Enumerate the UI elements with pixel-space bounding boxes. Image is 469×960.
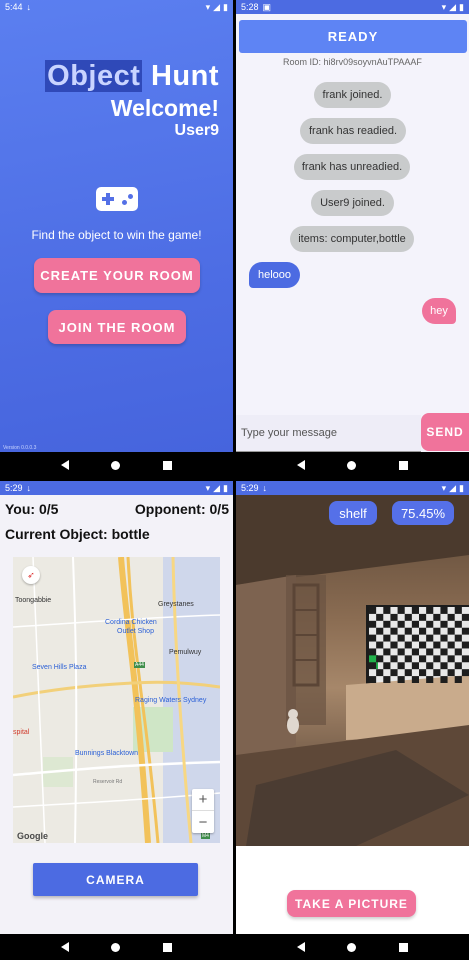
google-logo: Google [17, 831, 48, 841]
status-bar: 5:44 ↓ ▾ ◢ ▮ [0, 0, 233, 14]
status-time: 5:28 [241, 2, 259, 12]
username-label: User9 [174, 122, 219, 139]
map-label: Seven Hills Plaza [32, 664, 87, 671]
chat-message-left: helooo [249, 262, 300, 288]
map-label: Cordina Chicken [105, 619, 157, 626]
home-icon[interactable] [347, 460, 357, 470]
back-icon[interactable] [297, 942, 306, 952]
system-message: frank has unreadied. [294, 154, 410, 180]
download-icon: ↓ [26, 2, 32, 12]
battery-icon: ▮ [459, 1, 464, 12]
send-button[interactable]: SEND [421, 413, 469, 451]
system-message: frank has readied. [300, 118, 406, 144]
create-room-button[interactable]: CREATE YOUR ROOM [34, 258, 200, 293]
map-road-shield: M4 [201, 833, 210, 839]
home-icon[interactable] [347, 942, 357, 952]
status-time: 5:29 [5, 483, 23, 493]
map-label: Bunnings Blacktown [75, 750, 139, 757]
game-screen: 5:29 ↓ ▾ ◢ ▮ You: 0/5 Opponent: 0/5 Curr… [0, 481, 233, 960]
signal-icon: ◢ [449, 482, 457, 493]
you-score: You: 0/5 [5, 501, 59, 517]
status-time: 5:29 [241, 483, 259, 493]
back-icon[interactable] [297, 460, 306, 470]
app-title-object: Object [45, 60, 143, 92]
opponent-score: Opponent: 0/5 [134, 501, 229, 517]
app-title-hunt: Hunt [150, 60, 219, 92]
nav-bar [236, 934, 469, 960]
system-message: items: computer,bottle [290, 226, 414, 252]
wifi-icon: ▾ [205, 482, 211, 493]
map-label: Toongabbie [15, 597, 52, 604]
confidence-badge: 75.45% [392, 501, 454, 525]
battery-icon: ▮ [223, 482, 228, 493]
zoom-control: + − [192, 789, 214, 833]
lobby-screen: 5:28 ▣ ▾ ◢ ▮ READY Room ID: hi8rv09soyvn… [236, 0, 469, 478]
map-label: Reservoir Rd [93, 779, 123, 785]
gamepad-icon [96, 187, 138, 211]
ready-button[interactable]: READY [239, 20, 467, 53]
tagline: Find the object to win the game! [31, 228, 202, 242]
camera-screen: 5:29 ↓ ▾ ◢ ▮ shelf 75.45% TAKE A PICTURE [236, 481, 469, 960]
notification-icon: ▣ [262, 1, 272, 12]
map-label: Pemulwuy [169, 649, 202, 656]
wifi-icon: ▾ [205, 1, 211, 12]
download-icon: ↓ [26, 483, 32, 493]
room-id: Room ID: hi8rv09soyvnAuTPAAAF [283, 57, 422, 67]
map-label: Outlet Shop [117, 628, 154, 635]
wifi-icon: ▾ [441, 1, 447, 12]
battery-icon: ▮ [459, 482, 464, 493]
take-picture-button[interactable]: TAKE A PICTURE [287, 890, 416, 917]
signal-icon: ◢ [213, 482, 221, 493]
recents-icon[interactable] [162, 942, 172, 952]
map-road-shield: A44 [134, 662, 145, 668]
home-icon[interactable] [111, 460, 121, 470]
zoom-in-button[interactable]: + [192, 789, 214, 811]
camera-button[interactable]: CAMERA [33, 863, 198, 896]
nav-bar [0, 452, 233, 478]
map-label: Raging Waters Sydney [135, 697, 207, 704]
join-room-button[interactable]: JOIN THE ROOM [48, 310, 186, 344]
compass-icon[interactable]: ➶ [22, 566, 40, 584]
back-icon[interactable] [61, 460, 70, 470]
system-message: frank joined. [314, 82, 391, 108]
map-label: spital [13, 729, 30, 736]
checkerboard-overlay [369, 607, 469, 683]
status-bar: 5:29 ↓ ▾ ◢ ▮ [236, 481, 469, 495]
signal-icon: ◢ [449, 1, 457, 12]
battery-icon: ▮ [223, 1, 228, 12]
camera-preview [236, 495, 469, 846]
version-label: Version 0.0.0.3 [3, 445, 37, 451]
recents-icon[interactable] [398, 460, 408, 470]
back-icon[interactable] [61, 942, 70, 952]
nav-bar [0, 934, 233, 960]
chat-message-right: hey [422, 298, 456, 324]
title-block: Object Hunt Welcome! User9 [45, 60, 219, 140]
message-input-bar [236, 415, 421, 452]
welcome-heading: Welcome! [110, 95, 219, 121]
nav-bar [236, 452, 469, 478]
signal-icon: ◢ [213, 1, 221, 12]
status-bar: 5:29 ↓ ▾ ◢ ▮ [0, 481, 233, 495]
detected-label-badge: shelf [329, 501, 377, 525]
system-message: User9 joined. [311, 190, 394, 216]
recents-icon[interactable] [162, 460, 172, 470]
zoom-out-button[interactable]: − [192, 811, 214, 833]
status-time: 5:44 [5, 2, 23, 12]
app-title: Object Hunt [45, 60, 219, 93]
message-input[interactable] [236, 415, 421, 451]
map-view[interactable]: ➶ Toongabbie Greystanes Cordina Chicken … [13, 557, 220, 843]
score-row: You: 0/5 Opponent: 0/5 [5, 501, 229, 517]
home-screen: 5:44 ↓ ▾ ◢ ▮ Object Hunt Welcome! User9 … [0, 0, 233, 478]
screenshot-grid: 5:44 ↓ ▾ ◢ ▮ Object Hunt Welcome! User9 … [0, 0, 469, 960]
home-icon[interactable] [111, 942, 121, 952]
map-label: Greystanes [158, 601, 194, 608]
current-object: Current Object: bottle [5, 526, 150, 542]
recents-icon[interactable] [398, 942, 408, 952]
status-bar: 5:28 ▣ ▾ ◢ ▮ [236, 0, 469, 14]
wifi-icon: ▾ [441, 482, 447, 493]
download-icon: ↓ [262, 483, 268, 493]
